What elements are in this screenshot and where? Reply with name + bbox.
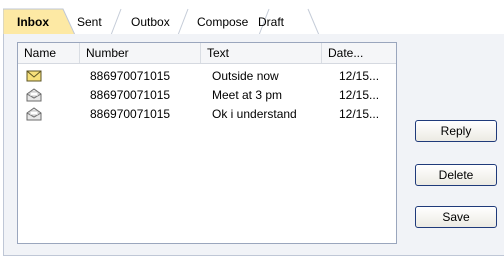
tab-compose[interactable]: Compose [197, 15, 248, 29]
message-number: 886970071015 [90, 69, 171, 83]
delete-button[interactable]: Delete [415, 164, 497, 186]
tab-separator [177, 8, 189, 35]
read-envelope-icon [26, 107, 42, 121]
table-row[interactable]: 886970071015 Ok i understand 12/15... [18, 105, 396, 123]
tab-outbox[interactable]: Outbox [131, 15, 170, 29]
message-text: Outside now [212, 69, 279, 83]
tab-inbox[interactable]: Inbox [17, 15, 49, 29]
message-date: 12/15... [339, 69, 380, 83]
tab-strip: Inbox Sent Outbox Compose Draft [3, 5, 504, 35]
unread-envelope-icon [26, 70, 42, 82]
list-header: Name Number Text Date... [18, 43, 396, 64]
message-date: 12/15... [339, 88, 380, 102]
message-date: 12/15... [339, 107, 380, 121]
table-row[interactable]: 886970071015 Meet at 3 pm 12/15... [18, 86, 396, 104]
tab-separator [110, 8, 122, 35]
tab-separator [307, 8, 320, 35]
table-row[interactable]: 886970071015 Outside now 12/15... [18, 67, 396, 85]
tab-draft[interactable]: Draft [258, 15, 284, 29]
save-button[interactable]: Save [415, 206, 497, 228]
message-text: Meet at 3 pm [212, 88, 283, 102]
reply-button[interactable]: Reply [415, 120, 497, 142]
column-header-date[interactable]: Date... [322, 43, 396, 63]
message-number: 886970071015 [90, 107, 171, 121]
message-window: Inbox Sent Outbox Compose Draft Name Num… [0, 0, 504, 271]
column-header-text[interactable]: Text [201, 43, 322, 63]
message-number: 886970071015 [90, 88, 171, 102]
read-envelope-icon [26, 88, 42, 102]
column-header-name[interactable]: Name [18, 43, 80, 63]
column-header-number[interactable]: Number [80, 43, 201, 63]
message-text: Ok i understand [212, 107, 297, 121]
tab-sent[interactable]: Sent [77, 15, 102, 29]
message-list[interactable]: Name Number Text Date... 886970071015 Ou… [17, 42, 397, 244]
